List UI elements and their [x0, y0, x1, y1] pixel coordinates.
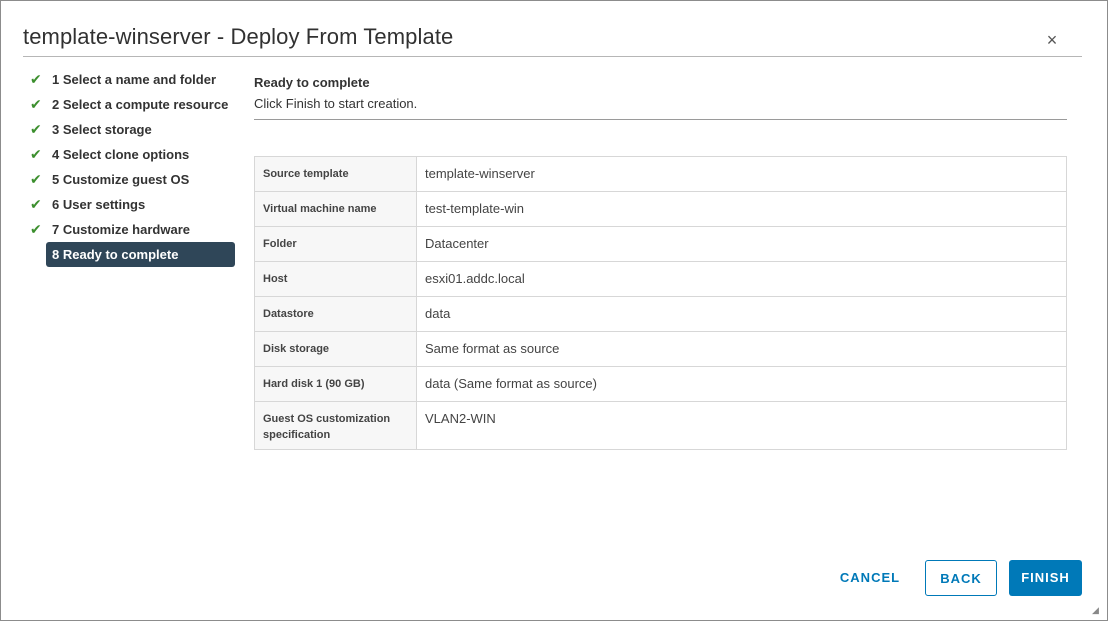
summary-key: Guest OS customization specification: [254, 401, 417, 450]
checkmark-icon: ✔: [30, 71, 42, 87]
step-1[interactable]: ✔ 1 Select a name and folder: [27, 67, 237, 92]
summary-value: esxi01.addc.local: [416, 261, 1067, 297]
deploy-from-template-dialog: template-winserver - Deploy From Templat…: [0, 0, 1108, 621]
summary-table: Source template template-winserver Virtu…: [254, 156, 1067, 450]
content-title: Ready to complete: [254, 75, 370, 90]
summary-key: Host: [254, 261, 417, 297]
summary-key: Hard disk 1 (90 GB): [254, 366, 417, 402]
step-label: 2 Select a compute resource: [52, 97, 229, 112]
table-row: Guest OS customization specification VLA…: [254, 401, 1067, 450]
summary-key: Source template: [254, 156, 417, 192]
step-5[interactable]: ✔ 5 Customize guest OS: [27, 167, 237, 192]
checkmark-icon: ✔: [30, 146, 42, 162]
summary-value: Datacenter: [416, 226, 1067, 262]
summary-value: data: [416, 296, 1067, 332]
step-label: 1 Select a name and folder: [52, 72, 217, 87]
summary-key: Virtual machine name: [254, 191, 417, 227]
finish-button[interactable]: FINISH: [1009, 560, 1082, 596]
summary-key: Datastore: [254, 296, 417, 332]
content-description: Click Finish to start creation.: [254, 96, 418, 111]
dialog-title: template-winserver - Deploy From Templat…: [23, 24, 454, 49]
step-3[interactable]: ✔ 3 Select storage: [27, 117, 237, 142]
summary-value: data (Same format as source): [416, 366, 1067, 402]
title-divider: [23, 56, 1082, 57]
close-icon[interactable]: ×: [1042, 30, 1062, 50]
summary-value: Same format as source: [416, 331, 1067, 367]
step-label: 7 Customize hardware: [52, 222, 190, 237]
summary-key: Disk storage: [254, 331, 417, 367]
checkmark-icon: ✔: [30, 196, 42, 212]
table-row: Hard disk 1 (90 GB) data (Same format as…: [254, 366, 1067, 402]
resize-grip-icon[interactable]: ◢: [1092, 605, 1102, 615]
cancel-button[interactable]: CANCEL: [827, 560, 913, 596]
step-7[interactable]: ✔ 7 Customize hardware: [27, 217, 237, 242]
table-row: Datastore data: [254, 296, 1067, 332]
table-row: Disk storage Same format as source: [254, 331, 1067, 367]
checkmark-icon: ✔: [30, 121, 42, 137]
step-label: 3 Select storage: [52, 122, 152, 137]
summary-key: Folder: [254, 226, 417, 262]
table-row: Folder Datacenter: [254, 226, 1067, 262]
wizard-steps: ✔ 1 Select a name and folder ✔ 2 Select …: [27, 67, 237, 267]
summary-value: test-template-win: [416, 191, 1067, 227]
checkmark-icon: ✔: [30, 96, 42, 112]
table-row: Source template template-winserver: [254, 156, 1067, 192]
checkmark-icon: ✔: [30, 221, 42, 237]
step-4[interactable]: ✔ 4 Select clone options: [27, 142, 237, 167]
step-label: 6 User settings: [52, 197, 146, 212]
summary-value: VLAN2-WIN: [416, 401, 1067, 450]
step-label: 5 Customize guest OS: [52, 172, 190, 187]
step-8-active[interactable]: 8 Ready to complete: [27, 242, 237, 267]
table-row: Virtual machine name test-template-win: [254, 191, 1067, 227]
summary-value: template-winserver: [416, 156, 1067, 192]
table-row: Host esxi01.addc.local: [254, 261, 1067, 297]
step-6[interactable]: ✔ 6 User settings: [27, 192, 237, 217]
step-label: 8 Ready to complete: [46, 242, 235, 267]
step-label: 4 Select clone options: [52, 147, 190, 162]
checkmark-icon: ✔: [30, 171, 42, 187]
content-divider: [254, 119, 1067, 120]
back-button[interactable]: BACK: [925, 560, 997, 596]
step-content-header: Ready to complete Click Finish to start …: [254, 73, 1067, 120]
step-2[interactable]: ✔ 2 Select a compute resource: [27, 92, 237, 117]
